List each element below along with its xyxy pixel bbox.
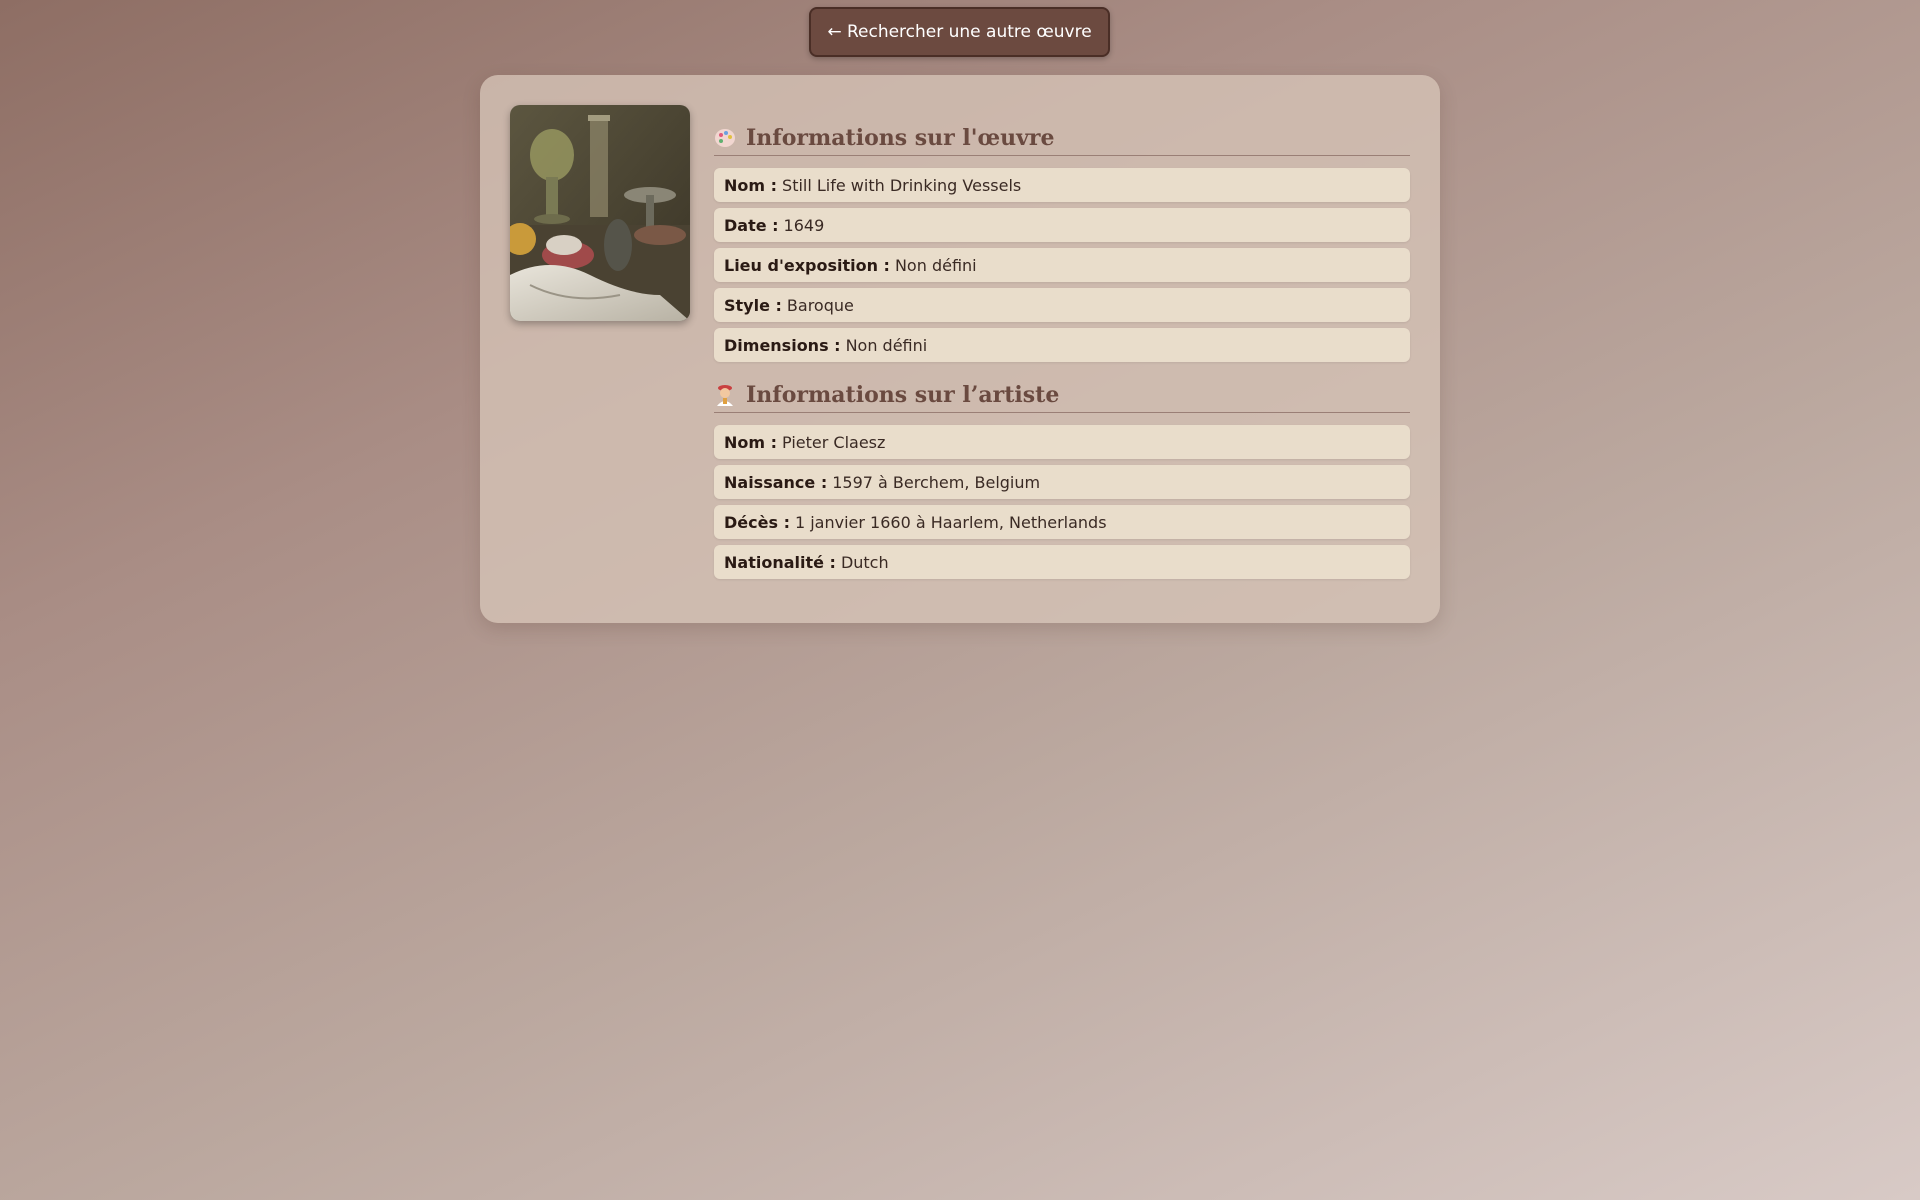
back-to-search-button[interactable]: ← Rechercher une autre œuvre: [809, 7, 1110, 57]
artwork-section-title-text: Informations sur l'œuvre: [746, 125, 1055, 151]
artwork-details-card: Informations sur l'œuvre Nom : Still Lif…: [480, 75, 1440, 623]
artist-row-death: Décès : 1 janvier 1660 à Haarlem, Nether…: [714, 505, 1410, 539]
artwork-row-location: Lieu d'exposition : Non défini: [714, 248, 1410, 282]
back-button-label: ← Rechercher une autre œuvre: [827, 22, 1092, 42]
row-label: Date :: [724, 215, 779, 235]
row-value: Still Life with Drinking Vessels: [782, 175, 1022, 195]
row-value: Non défini: [845, 335, 928, 355]
row-label: Style :: [724, 295, 782, 315]
still-life-painting-image: [510, 105, 690, 321]
artist-row-name: Nom : Pieter Claesz: [714, 425, 1410, 459]
artwork-section-title: Informations sur l'œuvre: [714, 125, 1410, 156]
row-value: 1 janvier 1660 à Haarlem, Netherlands: [794, 512, 1107, 532]
row-value: Dutch: [840, 552, 889, 572]
artwork-thumbnail: [510, 105, 690, 321]
artwork-row-style: Style : Baroque: [714, 288, 1410, 322]
row-label: Nom :: [724, 175, 778, 195]
row-value: Non défini: [894, 255, 977, 275]
palette-icon: [715, 129, 735, 147]
artwork-row-name: Nom : Still Life with Drinking Vessels: [714, 168, 1410, 202]
row-label: Nom :: [724, 432, 778, 452]
row-label: Nationalité :: [724, 552, 836, 572]
row-value: Baroque: [786, 295, 854, 315]
info-panel: Informations sur l'œuvre Nom : Still Lif…: [714, 105, 1410, 579]
row-label: Naissance :: [724, 472, 828, 492]
row-value: Pieter Claesz: [782, 432, 886, 452]
row-label: Dimensions :: [724, 335, 841, 355]
artist-row-birth: Naissance : 1597 à Berchem, Belgium: [714, 465, 1410, 499]
artist-section-title: Informations sur l’artiste: [714, 382, 1410, 413]
artist-row-nationality: Nationalité : Dutch: [714, 545, 1410, 579]
artwork-row-date: Date : 1649: [714, 208, 1410, 242]
artist-section-title-text: Informations sur l’artiste: [746, 382, 1060, 408]
row-label: Décès :: [724, 512, 790, 532]
row-label: Lieu d'exposition :: [724, 255, 890, 275]
artwork-row-dimensions: Dimensions : Non défini: [714, 328, 1410, 362]
row-value: 1597 à Berchem, Belgium: [832, 472, 1041, 492]
artist-icon: [717, 385, 733, 406]
row-value: 1649: [783, 215, 825, 235]
